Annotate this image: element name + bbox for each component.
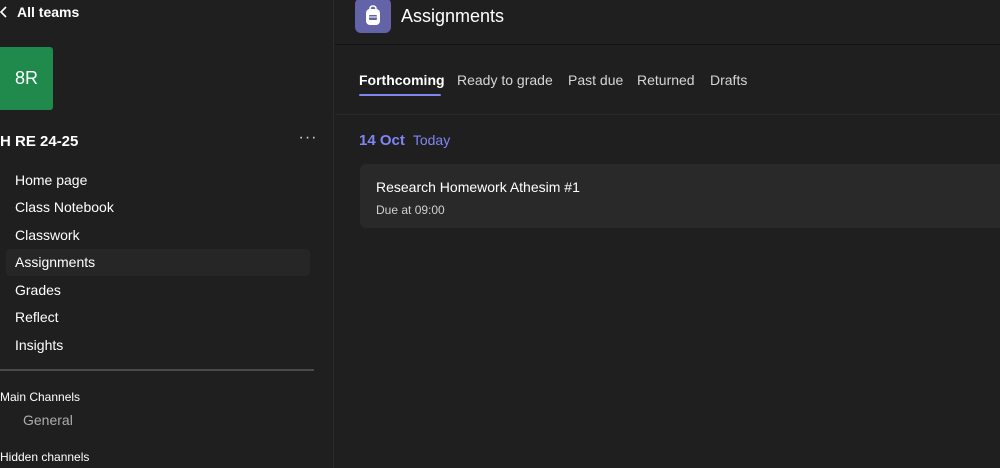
sidebar-divider [0, 369, 314, 371]
sidebar-item-label: Home page [15, 171, 88, 188]
hidden-channels-heading[interactable]: Hidden channels [0, 450, 89, 464]
team-avatar[interactable]: 8R [0, 47, 53, 110]
tab-ready-to-grade[interactable]: Ready to grade [457, 72, 553, 88]
app-header: Assignments [335, 0, 1000, 45]
sidebar-item-label: Class Notebook [15, 199, 114, 216]
sidebar-item-grades[interactable]: Grades [6, 276, 310, 304]
backpack-glyph [366, 4, 380, 25]
app-title: Assignments [401, 6, 505, 26]
assignment-title: Research Homework Athesim #1 [376, 179, 580, 195]
sidebar-item-label: Assignments [15, 254, 96, 271]
active-tab-indicator [359, 94, 441, 96]
sidebar-item-label: Classwork [15, 226, 80, 243]
sidebar-item-reflect[interactable]: Reflect [6, 304, 310, 332]
tab-drafts[interactable]: Drafts [710, 72, 747, 88]
backpack-icon [355, 0, 391, 33]
all-teams-label: All teams [17, 4, 80, 20]
main-channels-heading[interactable]: Main Channels [0, 390, 80, 404]
chevron-left-icon [0, 6, 7, 18]
assignment-card[interactable]: Research Homework Athesim #1 Due at 09:0… [360, 164, 1000, 228]
sidebar-item-home-page[interactable]: Home page [6, 166, 310, 194]
all-teams-link[interactable]: All teams [0, 2, 79, 22]
team-nav: Home page Class Notebook Classwork Assig… [6, 166, 310, 359]
channel-general[interactable]: General [23, 412, 73, 428]
date-group-header: 14 Oct Today [359, 132, 450, 149]
sidebar-item-assignments[interactable]: Assignments [6, 248, 310, 276]
tab-forthcoming[interactable]: Forthcoming [359, 72, 445, 88]
sidebar-item-label: Grades [15, 281, 61, 298]
more-options-icon[interactable]: ··· [298, 130, 318, 150]
sidebar-item-classwork[interactable]: Classwork [6, 221, 310, 249]
tab-past-due[interactable]: Past due [568, 72, 623, 88]
sidebar: All teams 8R H RE 24-25 ··· Home page Cl… [0, 0, 334, 468]
team-name: H RE 24-25 [0, 133, 79, 150]
team-avatar-text: 8R [14, 68, 38, 88]
tab-returned[interactable]: Returned [637, 72, 695, 88]
sidebar-item-label: Reflect [15, 309, 59, 326]
content-divider [335, 114, 1000, 115]
date-label: 14 Oct [359, 132, 405, 149]
date-today-label: Today [412, 132, 451, 148]
sidebar-item-insights[interactable]: Insights [6, 331, 310, 359]
sidebar-item-label: Insights [15, 336, 64, 353]
sidebar-item-class-notebook[interactable]: Class Notebook [6, 194, 310, 222]
assignment-due: Due at 09:00 [376, 203, 445, 217]
